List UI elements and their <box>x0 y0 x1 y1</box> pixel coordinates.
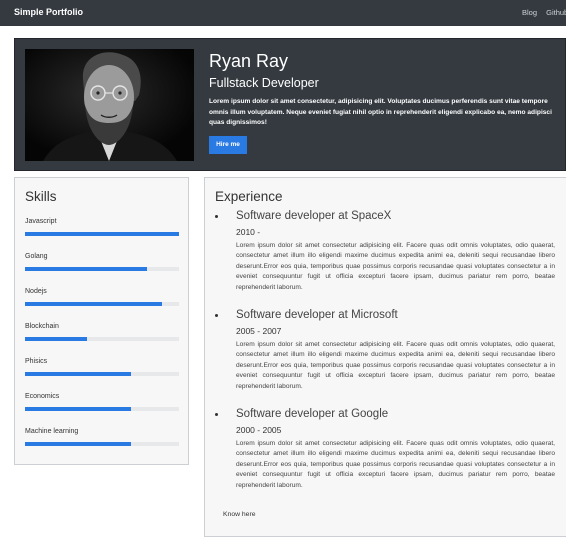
job-title: Software developer at Google <box>236 408 389 420</box>
profile-photo <box>25 49 194 161</box>
skill-progress-fill <box>25 337 87 341</box>
skill-progress-bar <box>25 302 179 306</box>
skill-item: Economics <box>25 393 179 413</box>
skill-label: Golang <box>25 253 48 260</box>
skill-progress-fill <box>25 232 179 236</box>
bullet-icon <box>215 314 218 317</box>
job-dates: 2000 - 2005 <box>236 425 282 435</box>
skill-progress-fill <box>25 442 132 446</box>
profile-name: Ryan Ray <box>209 51 289 71</box>
profile-hero: Ryan Ray Fullstack Developer Lorem ipsum… <box>14 38 566 171</box>
bullet-icon <box>215 413 218 416</box>
navbar: Simple Portfolio Blog Github <box>0 0 566 26</box>
brand-link[interactable]: Simple Portfolio <box>14 7 83 17</box>
skill-label: Nodejs <box>25 288 47 295</box>
job-title: Software developer at Microsoft <box>236 309 398 321</box>
skill-progress-bar <box>25 372 179 376</box>
skill-progress-fill <box>25 267 147 271</box>
experience-item: Software developer at Microsoft 2005 - 2… <box>215 309 555 392</box>
skills-title: Skills <box>25 189 57 204</box>
skill-progress-bar <box>25 267 179 271</box>
skill-item: Nodejs <box>25 288 179 308</box>
experience-card: Experience Software developer at SpaceX … <box>204 177 566 537</box>
hire-me-button[interactable]: Hire me <box>209 136 247 154</box>
skill-progress-bar <box>25 442 179 446</box>
job-title: Software developer at SpaceX <box>236 210 392 222</box>
skill-label: Phisics <box>25 358 48 365</box>
bullet-icon <box>215 215 218 218</box>
skill-label: Javascript <box>25 218 57 225</box>
skill-progress-fill <box>25 407 132 411</box>
nav-links: Blog Github <box>522 8 566 17</box>
skill-progress-fill <box>25 302 163 306</box>
experience-title: Experience <box>215 189 283 204</box>
skill-item: Phisics <box>25 358 179 378</box>
nav-link-github[interactable]: Github <box>546 8 566 17</box>
experience-item: Software developer at Google 2000 - 2005… <box>215 408 555 491</box>
skills-card: Skills Javascript Golang Nodejs Blockcha… <box>14 177 189 465</box>
job-description: Lorem ipsum dolor sit amet consectetur a… <box>236 242 555 291</box>
profile-role: Fullstack Developer <box>209 76 319 90</box>
profile-bio: Lorem ipsum dolor sit amet consectetur, … <box>209 98 552 126</box>
skill-label: Machine learning <box>25 428 79 435</box>
job-description: Lorem ipsum dolor sit amet consectetur a… <box>236 341 555 390</box>
skill-label: Blockchain <box>25 323 59 330</box>
skill-progress-bar <box>25 232 179 236</box>
know-here-link[interactable]: Know here <box>223 511 256 518</box>
job-description: Lorem ipsum dolor sit amet consectetur a… <box>236 440 555 489</box>
skill-item: Golang <box>25 253 179 273</box>
skill-progress-bar <box>25 407 179 411</box>
nav-link-blog[interactable]: Blog <box>522 8 537 17</box>
job-dates: 2010 - <box>236 227 261 237</box>
skill-item: Javascript <box>25 218 179 238</box>
skill-progress-bar <box>25 337 179 341</box>
job-dates: 2005 - 2007 <box>236 326 282 336</box>
skill-progress-fill <box>25 372 132 376</box>
skill-label: Economics <box>25 393 60 400</box>
skill-item: Machine learning <box>25 428 179 448</box>
experience-item: Software developer at SpaceX 2010 - Lore… <box>215 210 555 293</box>
skill-item: Blockchain <box>25 323 179 343</box>
